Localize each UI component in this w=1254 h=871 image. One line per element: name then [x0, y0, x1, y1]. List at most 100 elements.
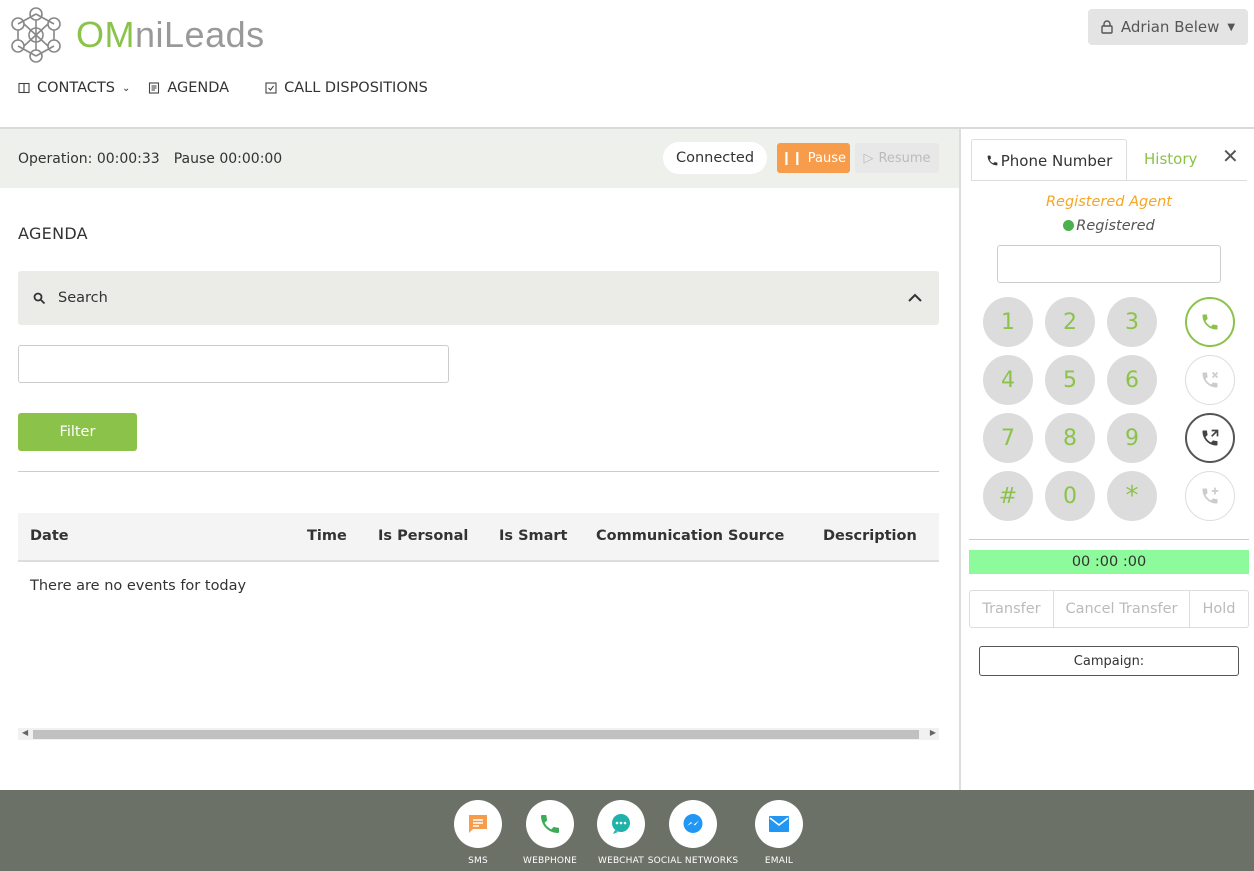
email-button[interactable]: [755, 800, 803, 848]
scroll-left-icon[interactable]: ◀: [22, 728, 28, 737]
key-7[interactable]: 7: [983, 413, 1033, 463]
close-icon[interactable]: ✕: [1222, 144, 1239, 168]
agenda-table: Date Time Is Personal Is Smart Communica…: [18, 513, 939, 612]
add-call-button[interactable]: [1185, 471, 1235, 521]
campaign-field[interactable]: Campaign:: [979, 646, 1239, 676]
resume-label: Resume: [878, 150, 931, 166]
nav-agenda-label: AGENDA: [167, 80, 230, 96]
connection-status-badge: Connected: [663, 142, 767, 174]
column-header-description[interactable]: Description: [823, 528, 917, 544]
key-8[interactable]: 8: [1045, 413, 1095, 463]
main-nav: CONTACTS ⌄ AGENDA CALL DISPOSITIONS: [18, 80, 446, 96]
key-3[interactable]: 3: [1107, 297, 1157, 347]
sms-button[interactable]: [454, 800, 502, 848]
nav-contacts-label: CONTACTS: [37, 80, 115, 96]
messenger-icon: [683, 814, 703, 833]
nav-contacts[interactable]: CONTACTS ⌄: [18, 80, 130, 96]
email-label: EMAIL: [764, 856, 794, 866]
column-header-is-personal[interactable]: Is Personal: [378, 528, 468, 544]
registration-status-text: Registered: [1076, 218, 1155, 234]
lock-icon: [1101, 20, 1113, 34]
logo-text: OMniLeads: [76, 14, 265, 55]
registration-status: Registered: [969, 218, 1249, 234]
hangup-button[interactable]: [1185, 355, 1235, 405]
email-icon: [769, 816, 789, 832]
call-timer: 00 :00 :00: [969, 550, 1249, 574]
section-divider: [18, 471, 939, 472]
hold-button[interactable]: Hold: [1190, 591, 1248, 627]
table-row: There are no events for today: [18, 562, 939, 612]
empty-message: There are no events for today: [30, 578, 247, 594]
key-star[interactable]: *: [1107, 471, 1157, 521]
logo-icon: [11, 7, 61, 63]
phone-missed-icon: [1202, 371, 1219, 388]
phone-call-icon: [1202, 314, 1218, 330]
play-icon: ▷: [863, 150, 874, 166]
chevron-up-icon[interactable]: [907, 290, 923, 306]
horizontal-scrollbar[interactable]: ◀ ▶: [18, 728, 939, 740]
transfer-button[interactable]: Transfer: [970, 591, 1054, 627]
key-2[interactable]: 2: [1045, 297, 1095, 347]
social-networks-button[interactable]: [669, 800, 717, 848]
webchat-button[interactable]: [597, 800, 645, 848]
phone-icon: [541, 815, 559, 833]
column-header-time[interactable]: Time: [307, 528, 347, 544]
column-header-date[interactable]: Date: [30, 528, 69, 544]
nav-agenda[interactable]: AGENDA: [148, 80, 229, 96]
status-dot-icon: [1063, 220, 1075, 231]
tab-underline: [971, 180, 1247, 181]
filter-button[interactable]: Filter: [18, 413, 137, 451]
pause-timer: Pause 00:00:00: [173, 150, 283, 167]
scroll-right-icon[interactable]: ▶: [930, 728, 936, 737]
app-logo[interactable]: OMniLeads: [6, 4, 265, 66]
phone-forward-icon: [1202, 429, 1219, 446]
search-panel-label: Search: [58, 290, 108, 306]
key-4[interactable]: 4: [983, 355, 1033, 405]
operation-timer: Operation: 00:00:33: [18, 150, 160, 167]
cancel-transfer-button[interactable]: Cancel Transfer: [1054, 591, 1190, 627]
chat-bubble-icon: [612, 814, 630, 834]
user-menu-button[interactable]: Adrian Belew ▼: [1088, 9, 1248, 45]
email-channel[interactable]: EMAIL: [729, 800, 829, 866]
phone-number-input[interactable]: [997, 245, 1221, 283]
table-header: Date Time Is Personal Is Smart Communica…: [18, 513, 939, 562]
nav-dispositions-label: CALL DISPOSITIONS: [284, 80, 428, 96]
key-1[interactable]: 1: [983, 297, 1033, 347]
key-5[interactable]: 5: [1045, 355, 1095, 405]
key-9[interactable]: 9: [1107, 413, 1157, 463]
tab-phone-number[interactable]: Phone Number: [971, 139, 1127, 181]
transfer-call-button[interactable]: [1185, 413, 1235, 463]
checkbox-icon: [265, 82, 277, 94]
column-header-is-smart[interactable]: Is Smart: [499, 528, 568, 544]
social-networks-label: SOCIAL NETWORKS: [647, 856, 739, 866]
message-icon: [469, 815, 487, 833]
search-panel-header[interactable]: Search: [18, 271, 939, 325]
panel-divider: [959, 129, 961, 790]
tab-phone-label: Phone Number: [1000, 151, 1113, 170]
column-header-communication-source[interactable]: Communication Source: [596, 528, 784, 544]
key-6[interactable]: 6: [1107, 355, 1157, 405]
social-networks-channel[interactable]: SOCIAL NETWORKS: [643, 800, 743, 866]
caret-down-icon: ▼: [1227, 21, 1236, 33]
tab-history[interactable]: History: [1144, 150, 1197, 168]
key-0[interactable]: 0: [1045, 471, 1095, 521]
phone-icon: [987, 155, 998, 166]
phone-panel-divider: [969, 539, 1249, 540]
agent-registration-label: Registered Agent: [1045, 194, 1172, 210]
search-icon: [33, 292, 46, 304]
nav-call-dispositions[interactable]: CALL DISPOSITIONS: [265, 80, 428, 96]
phone-add-icon: [1202, 487, 1219, 504]
calendar-icon: [149, 82, 160, 94]
chevron-down-icon: ⌄: [121, 82, 131, 94]
page-title: AGENDA: [18, 224, 88, 243]
pause-label: Pause: [807, 150, 847, 166]
user-name: Adrian Belew: [1120, 18, 1220, 36]
call-button[interactable]: [1185, 297, 1235, 347]
key-hash[interactable]: #: [983, 471, 1033, 521]
scrollbar-thumb[interactable]: [33, 730, 919, 739]
pause-button[interactable]: ❙❙ Pause: [777, 143, 850, 173]
resume-button[interactable]: ▷ Resume: [855, 143, 939, 173]
search-input[interactable]: [18, 345, 449, 383]
pause-icon: ❙❙: [780, 150, 803, 166]
webphone-button[interactable]: [526, 800, 574, 848]
